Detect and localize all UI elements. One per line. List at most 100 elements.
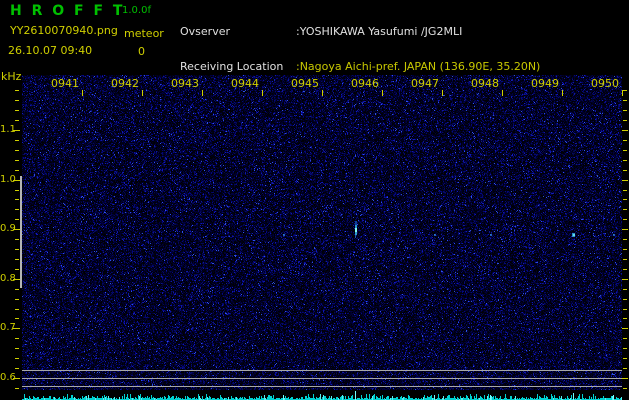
freq-minor-tick-left xyxy=(15,269,19,270)
freq-major-tick-left xyxy=(13,130,20,131)
time-tick xyxy=(562,90,563,96)
time-label-0946: 0946 xyxy=(351,77,379,90)
freq-minor-tick-left xyxy=(15,249,19,250)
freq-minor-tick-left xyxy=(15,160,19,161)
freq-label-0.9: 0.9 xyxy=(0,223,16,234)
echo-count: 0 xyxy=(138,45,145,58)
time-tick xyxy=(262,90,263,96)
time-label-0942: 0942 xyxy=(111,77,139,90)
freq-minor-tick-right xyxy=(623,90,627,91)
info-value: :Nagoya Aichi-pref. JAPAN (136.90E, 35.2… xyxy=(296,60,541,73)
time-tick xyxy=(202,90,203,96)
freq-minor-tick-left xyxy=(15,388,19,389)
freq-minor-tick-right xyxy=(623,338,627,339)
freq-minor-tick-right xyxy=(623,368,627,369)
reference-line xyxy=(22,370,622,371)
freq-minor-tick-right xyxy=(623,309,627,310)
hrofft-output-screen: H R O F F T 1.0.0f YY2610070940.png mete… xyxy=(0,0,629,400)
time-tick xyxy=(82,90,83,96)
freq-label-0.8: 0.8 xyxy=(0,273,16,284)
observation-mode: meteor xyxy=(124,27,164,40)
time-label-0947: 0947 xyxy=(411,77,439,90)
freq-minor-tick-left xyxy=(15,348,19,349)
freq-minor-tick-left xyxy=(15,120,19,121)
time-tick xyxy=(442,90,443,96)
info-label: Ovserver xyxy=(180,25,230,38)
freq-minor-tick-left xyxy=(15,140,19,141)
info-label: Receiving Location xyxy=(180,60,284,73)
freq-major-tick-right xyxy=(622,328,628,329)
freq-minor-tick-left xyxy=(15,338,19,339)
frequency-scale-bar xyxy=(20,176,22,288)
freq-minor-tick-left xyxy=(15,170,19,171)
freq-minor-tick-right xyxy=(623,110,627,111)
freq-major-tick-right xyxy=(622,180,628,181)
freq-minor-tick-left xyxy=(15,219,19,220)
freq-minor-tick-left xyxy=(15,100,19,101)
app-title: H R O F F T xyxy=(10,3,125,19)
freq-label-0.6: 0.6 xyxy=(0,372,16,383)
output-filename: YY2610070940.png xyxy=(10,24,118,37)
freq-minor-tick-right xyxy=(623,239,627,240)
freq-major-tick-right xyxy=(622,279,628,280)
reference-line xyxy=(22,386,622,387)
freq-minor-tick-left xyxy=(15,190,19,191)
freq-minor-tick-right xyxy=(623,259,627,260)
freq-minor-tick-right xyxy=(623,140,627,141)
freq-major-tick-right xyxy=(622,378,628,379)
time-tick xyxy=(322,90,323,96)
freq-minor-tick-right xyxy=(623,249,627,250)
time-tick xyxy=(502,90,503,96)
freq-minor-tick-right xyxy=(623,388,627,389)
freq-minor-tick-right xyxy=(623,299,627,300)
freq-minor-tick-left xyxy=(15,368,19,369)
signal-level-trace xyxy=(22,390,622,400)
freq-label-1.0: 1.0 xyxy=(0,174,16,185)
time-tick xyxy=(382,90,383,96)
frequency-axis-unit: kHz xyxy=(1,70,22,83)
app-version: 1.0.0f xyxy=(122,5,151,16)
time-label-0941: 0941 xyxy=(51,77,79,90)
time-label-0949: 0949 xyxy=(531,77,559,90)
freq-minor-tick-left xyxy=(15,239,19,240)
info-row-observer: Ovserver :YOSHIKAWA Yasufumi /JG2MLI xyxy=(180,26,604,39)
freq-major-tick-left xyxy=(13,328,20,329)
freq-minor-tick-left xyxy=(15,90,19,91)
freq-minor-tick-left xyxy=(15,289,19,290)
freq-minor-tick-left xyxy=(15,318,19,319)
freq-minor-tick-left xyxy=(15,358,19,359)
time-label-0944: 0944 xyxy=(231,77,259,90)
time-label-0943: 0943 xyxy=(171,77,199,90)
freq-minor-tick-right xyxy=(623,269,627,270)
freq-minor-tick-left xyxy=(15,259,19,260)
freq-minor-tick-left xyxy=(15,110,19,111)
freq-minor-tick-right xyxy=(623,120,627,121)
time-label-0950: 0950 xyxy=(591,77,619,90)
freq-minor-tick-right xyxy=(623,209,627,210)
freq-major-tick-right xyxy=(622,229,628,230)
info-row-location: Receiving Location :Nagoya Aichi-pref. JA… xyxy=(180,61,604,74)
freq-minor-tick-right xyxy=(623,160,627,161)
freq-minor-tick-right xyxy=(623,199,627,200)
freq-minor-tick-right xyxy=(623,348,627,349)
info-value: :YOSHIKAWA Yasufumi /JG2MLI xyxy=(296,25,463,38)
time-label-0945: 0945 xyxy=(291,77,319,90)
freq-label-1.1: 1.1 xyxy=(0,124,16,135)
freq-minor-tick-right xyxy=(623,150,627,151)
time-label-0948: 0948 xyxy=(471,77,499,90)
freq-minor-tick-left xyxy=(15,299,19,300)
freq-minor-tick-left xyxy=(15,199,19,200)
freq-minor-tick-left xyxy=(15,150,19,151)
freq-major-tick-left xyxy=(13,229,20,230)
freq-minor-tick-right xyxy=(623,318,627,319)
spectrogram-canvas xyxy=(22,75,622,390)
freq-minor-tick-left xyxy=(15,209,19,210)
freq-major-tick-right xyxy=(622,130,628,131)
freq-minor-tick-right xyxy=(623,170,627,171)
freq-minor-tick-right xyxy=(623,190,627,191)
freq-major-tick-left xyxy=(13,378,20,379)
freq-minor-tick-right xyxy=(623,289,627,290)
freq-minor-tick-left xyxy=(15,309,19,310)
time-tick xyxy=(142,90,143,96)
freq-minor-tick-right xyxy=(623,219,627,220)
